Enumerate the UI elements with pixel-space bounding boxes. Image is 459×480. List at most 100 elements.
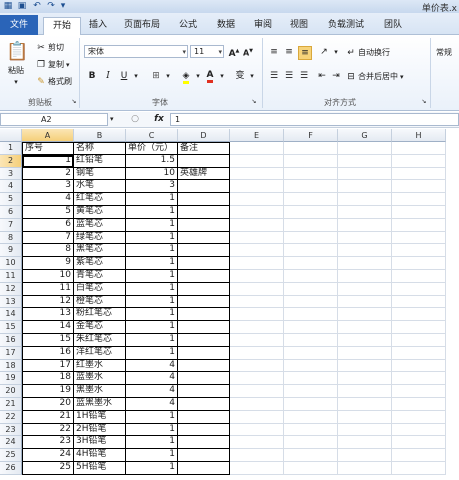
cell-h1[interactable] xyxy=(392,142,446,155)
cell-a12[interactable]: 11 xyxy=(22,282,74,296)
cell-f21[interactable] xyxy=(284,398,338,411)
row-header[interactable]: 18 xyxy=(0,359,22,373)
cell-f13[interactable] xyxy=(284,295,338,309)
cell-d17[interactable] xyxy=(178,346,230,360)
align-center-icon[interactable]: ☰ xyxy=(283,70,295,82)
name-box-dropdown-icon[interactable]: ▾ xyxy=(110,113,118,126)
cell-h2[interactable] xyxy=(392,154,446,168)
cell-h16[interactable] xyxy=(392,334,446,347)
cell-b18[interactable]: 红墨水 xyxy=(74,359,126,373)
row-header[interactable]: 15 xyxy=(0,321,22,334)
insert-function-icon[interactable]: fx xyxy=(152,113,166,126)
cell-b25[interactable]: 4H铅笔 xyxy=(74,449,126,462)
cell-c1[interactable]: 单价（元） xyxy=(126,142,178,155)
cell-g5[interactable] xyxy=(338,193,392,206)
cell-g11[interactable] xyxy=(338,270,392,283)
cell-a3[interactable]: 2 xyxy=(22,167,74,181)
cell-g21[interactable] xyxy=(338,398,392,411)
redo-icon[interactable]: ↷ xyxy=(46,1,56,11)
cell-e11[interactable] xyxy=(230,270,284,283)
cell-a22[interactable]: 21 xyxy=(22,410,74,424)
cell-a21[interactable]: 20 xyxy=(22,398,74,411)
cell-d7[interactable] xyxy=(178,218,230,232)
cell-f24[interactable] xyxy=(284,436,338,450)
cell-a4[interactable]: 3 xyxy=(22,180,74,194)
cell-e10[interactable] xyxy=(230,257,284,270)
cell-g2[interactable] xyxy=(338,154,392,168)
tab-file[interactable]: 文件 xyxy=(0,15,38,35)
row-header[interactable]: 1 xyxy=(0,142,22,155)
cell-d4[interactable] xyxy=(178,180,230,194)
cell-b10[interactable]: 紫笔芯 xyxy=(74,257,126,270)
cell-a1[interactable]: 序号 xyxy=(22,142,74,155)
cell-c25[interactable]: 1 xyxy=(126,449,178,462)
cell-g1[interactable] xyxy=(338,142,392,155)
alignment-launcher-icon[interactable]: ↘ xyxy=(418,96,430,108)
cell-b12[interactable]: 白笔芯 xyxy=(74,282,126,296)
cell-a26[interactable]: 25 xyxy=(22,462,74,475)
align-middle-icon[interactable]: ≡ xyxy=(283,46,295,58)
cell-h3[interactable] xyxy=(392,167,446,181)
cell-h19[interactable] xyxy=(392,372,446,386)
row-header[interactable]: 4 xyxy=(0,180,22,194)
row-header[interactable]: 22 xyxy=(0,410,22,424)
number-format-combo[interactable]: 常规 xyxy=(436,47,452,58)
column-header-b[interactable]: B xyxy=(74,129,126,142)
cell-h13[interactable] xyxy=(392,295,446,309)
cell-b21[interactable]: 蓝黑墨水 xyxy=(74,398,126,411)
cell-g22[interactable] xyxy=(338,410,392,424)
cell-h22[interactable] xyxy=(392,410,446,424)
row-header[interactable]: 14 xyxy=(0,308,22,322)
cell-e6[interactable] xyxy=(230,206,284,219)
cell-h4[interactable] xyxy=(392,180,446,194)
tab-insert[interactable]: 插入 xyxy=(82,17,114,35)
cell-g14[interactable] xyxy=(338,308,392,322)
cell-e4[interactable] xyxy=(230,180,284,194)
cell-f8[interactable] xyxy=(284,231,338,245)
cell-a20[interactable]: 19 xyxy=(22,385,74,398)
cell-c16[interactable]: 1 xyxy=(126,334,178,347)
cell-c13[interactable]: 1 xyxy=(126,295,178,309)
cell-c23[interactable]: 1 xyxy=(126,423,178,437)
cell-b14[interactable]: 粉红笔芯 xyxy=(74,308,126,322)
cell-c4[interactable]: 3 xyxy=(126,180,178,194)
column-header-e[interactable]: E xyxy=(230,129,284,142)
cell-d13[interactable] xyxy=(178,295,230,309)
cell-d23[interactable] xyxy=(178,423,230,437)
cell-d1[interactable]: 备注 xyxy=(178,142,230,155)
cell-f23[interactable] xyxy=(284,423,338,437)
fill-color-dropdown-icon[interactable]: ▾ xyxy=(192,70,204,82)
cell-e18[interactable] xyxy=(230,359,284,373)
orientation-dropdown-icon[interactable]: ▾ xyxy=(330,46,342,58)
row-header[interactable]: 5 xyxy=(0,193,22,206)
cell-b16[interactable]: 朱红笔芯 xyxy=(74,334,126,347)
cell-g7[interactable] xyxy=(338,218,392,232)
cell-c9[interactable]: 1 xyxy=(126,244,178,258)
row-header[interactable]: 24 xyxy=(0,436,22,450)
cell-e23[interactable] xyxy=(230,423,284,437)
font-launcher-icon[interactable]: ↘ xyxy=(248,96,260,108)
tab-home[interactable]: 开始 xyxy=(43,17,81,36)
borders-dropdown-icon[interactable]: ▾ xyxy=(162,70,174,82)
row-header[interactable]: 7 xyxy=(0,218,22,232)
align-bottom-icon[interactable]: ≡ xyxy=(298,46,312,60)
cell-c20[interactable]: 4 xyxy=(126,385,178,398)
tab-load-test[interactable]: 负载测试 xyxy=(320,17,372,35)
cell-e25[interactable] xyxy=(230,449,284,462)
cell-g10[interactable] xyxy=(338,257,392,270)
row-header[interactable]: 10 xyxy=(0,257,22,270)
cell-d2[interactable] xyxy=(178,154,230,168)
cell-f12[interactable] xyxy=(284,282,338,296)
cell-a17[interactable]: 16 xyxy=(22,346,74,360)
select-all-corner[interactable] xyxy=(0,129,22,142)
cell-a11[interactable]: 10 xyxy=(22,270,74,283)
cell-f3[interactable] xyxy=(284,167,338,181)
cell-g16[interactable] xyxy=(338,334,392,347)
cell-h18[interactable] xyxy=(392,359,446,373)
cell-c6[interactable]: 1 xyxy=(126,206,178,219)
cell-h20[interactable] xyxy=(392,385,446,398)
row-header[interactable]: 17 xyxy=(0,346,22,360)
cell-b23[interactable]: 2H铅笔 xyxy=(74,423,126,437)
cell-f20[interactable] xyxy=(284,385,338,398)
cell-g4[interactable] xyxy=(338,180,392,194)
